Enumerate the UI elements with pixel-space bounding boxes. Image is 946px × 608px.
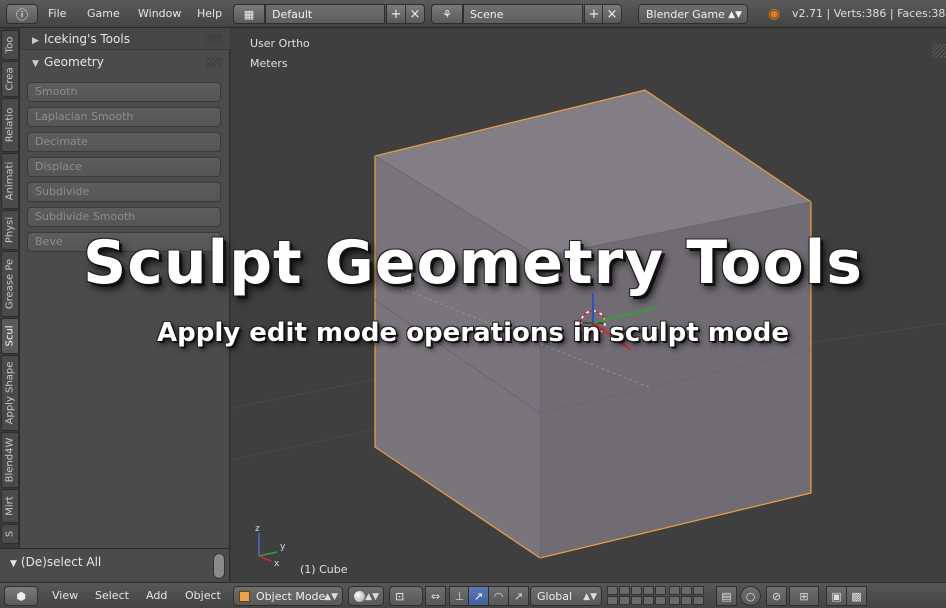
tab-create[interactable]: Crea	[1, 61, 19, 97]
tab-relations[interactable]: Relatio	[1, 98, 19, 152]
manipulator-toggle-icon[interactable]: ⇔	[425, 586, 446, 606]
render-engine-label: Blender Game	[646, 8, 725, 21]
laplacian-smooth-button[interactable]: Laplacian Smooth	[27, 107, 221, 127]
snap-toggle-icon[interactable]: ⊘	[766, 586, 787, 606]
blender-logo-icon: ◉	[768, 6, 781, 22]
overlay-title: Sculpt Geometry Tools	[83, 228, 863, 298]
dropdown-arrow-icon: ▲▼	[324, 592, 338, 602]
svg-text:z: z	[255, 524, 260, 534]
dropdown-arrow-icon: ▲▼	[728, 10, 742, 20]
view-name-label: User Ortho	[250, 37, 310, 50]
3d-view-header: ⬢ View Select Add Object Object Mode ▲▼ …	[0, 582, 946, 608]
info-header: ⓘ File Game Window Help ▦ Default + × ⚘ …	[0, 0, 946, 28]
svg-text:y: y	[280, 542, 286, 552]
dropdown-arrow-icon: ▲▼	[583, 592, 597, 602]
dropdown-arrow-icon: ▲▼	[365, 592, 379, 602]
axis-indicator: y x z	[255, 524, 286, 569]
drag-grip-icon[interactable]	[206, 34, 222, 44]
displace-button[interactable]: Displace	[27, 157, 221, 177]
screen-add-button[interactable]: +	[386, 4, 406, 24]
tab-animation[interactable]: Animati	[1, 153, 19, 209]
operator-title: (De)select All	[20, 555, 102, 569]
panel-title: Iceking's Tools	[44, 32, 130, 46]
scene-stats: v2.71 | Verts:386 | Faces:384	[792, 7, 946, 20]
menu-game[interactable]: Game	[87, 4, 120, 24]
pivot-icon: ⊡	[395, 590, 405, 603]
combined-manipulator-icon[interactable]: ↗	[508, 586, 529, 606]
menu-add[interactable]: Add	[146, 586, 167, 606]
subdivide-smooth-button[interactable]: Subdivide Smooth	[27, 207, 221, 227]
operator-header[interactable]: ▼ (De)select All	[10, 555, 101, 569]
smooth-button[interactable]: Smooth	[27, 82, 221, 102]
scene-add-button[interactable]: +	[584, 4, 604, 24]
tab-apply-shape[interactable]: Apply Shape	[1, 355, 19, 431]
proportional-edit-icon[interactable]: ○	[740, 586, 761, 606]
drag-grip-icon[interactable]	[206, 57, 222, 67]
menu-window[interactable]: Window	[138, 4, 181, 24]
subdivide-button[interactable]: Subdivide	[27, 182, 221, 202]
panel-header-iceking-tools[interactable]: ▶ Iceking's Tools	[20, 28, 230, 50]
scene-field[interactable]: Scene	[463, 4, 583, 24]
units-label: Meters	[250, 57, 288, 70]
render-engine-dropdown[interactable]: Blender Game ▲▼	[638, 4, 748, 24]
menu-view[interactable]: View	[52, 586, 78, 606]
snap-element-dropdown[interactable]: ⊞	[789, 586, 819, 606]
tab-mirt[interactable]: Mirt	[1, 489, 19, 523]
scene-delete-button[interactable]: ×	[602, 4, 622, 24]
transform-orientation-dropdown[interactable]: Global ▲▼	[530, 586, 602, 606]
mode-label: Object Mode	[256, 590, 326, 603]
translate-manipulator-icon[interactable]: ⊥	[449, 586, 470, 606]
scene-icon[interactable]: ⚘	[431, 4, 463, 24]
mode-dropdown[interactable]: Object Mode ▲▼	[233, 586, 343, 606]
orientation-label: Global	[537, 590, 573, 603]
menu-select[interactable]: Select	[95, 586, 129, 606]
scale-manipulator-icon[interactable]: ◠	[488, 586, 509, 606]
screen-layout-icon[interactable]: ▦	[233, 4, 265, 24]
tab-tools[interactable]: Too	[1, 30, 19, 60]
layer-buttons[interactable]	[605, 586, 711, 606]
collapsed-triangle-icon: ▶	[32, 36, 39, 46]
decimate-button[interactable]: Decimate	[27, 132, 221, 152]
screen-delete-button[interactable]: ×	[405, 4, 425, 24]
expanded-triangle-icon: ▼	[10, 559, 17, 569]
editor-type-icon[interactable]: ⬢	[4, 586, 38, 606]
tab-blend4web[interactable]: Blend4W	[1, 432, 19, 488]
menu-help[interactable]: Help	[197, 4, 222, 24]
solid-shading-icon	[354, 591, 365, 602]
scrollbar[interactable]	[213, 553, 225, 579]
screen-layout-field[interactable]: Default	[265, 4, 385, 24]
pivot-point-dropdown[interactable]: ⊡	[389, 586, 423, 606]
last-operator-panel: ▼ (De)select All	[0, 548, 230, 582]
menu-file[interactable]: File	[48, 4, 66, 24]
menu-object[interactable]: Object	[185, 586, 221, 606]
area-split-grip-icon[interactable]	[932, 44, 946, 58]
3d-viewport[interactable]: y x z User Ortho Meters (1) Cube	[231, 28, 946, 582]
render-preview-icon[interactable]: ▣	[826, 586, 847, 606]
lock-layers-icon[interactable]: ▤	[716, 586, 737, 606]
object-mode-icon	[239, 591, 250, 602]
render-animation-icon[interactable]: ▩	[846, 586, 867, 606]
active-object-label: (1) Cube	[300, 563, 348, 576]
tab-s[interactable]: S	[1, 524, 19, 544]
svg-text:x: x	[274, 559, 280, 569]
panel-title: Geometry	[44, 55, 104, 69]
overlay-subtitle: Apply edit mode operations in sculpt mod…	[157, 318, 789, 348]
info-icon[interactable]: ⓘ	[6, 4, 38, 24]
expanded-triangle-icon: ▼	[32, 59, 39, 69]
viewport-scene: y x z	[231, 89, 946, 569]
rotate-manipulator-icon[interactable]: ↗	[468, 586, 489, 606]
viewport-shading-dropdown[interactable]: ▲▼	[348, 586, 384, 606]
panel-header-geometry[interactable]: ▼ Geometry	[20, 51, 230, 73]
